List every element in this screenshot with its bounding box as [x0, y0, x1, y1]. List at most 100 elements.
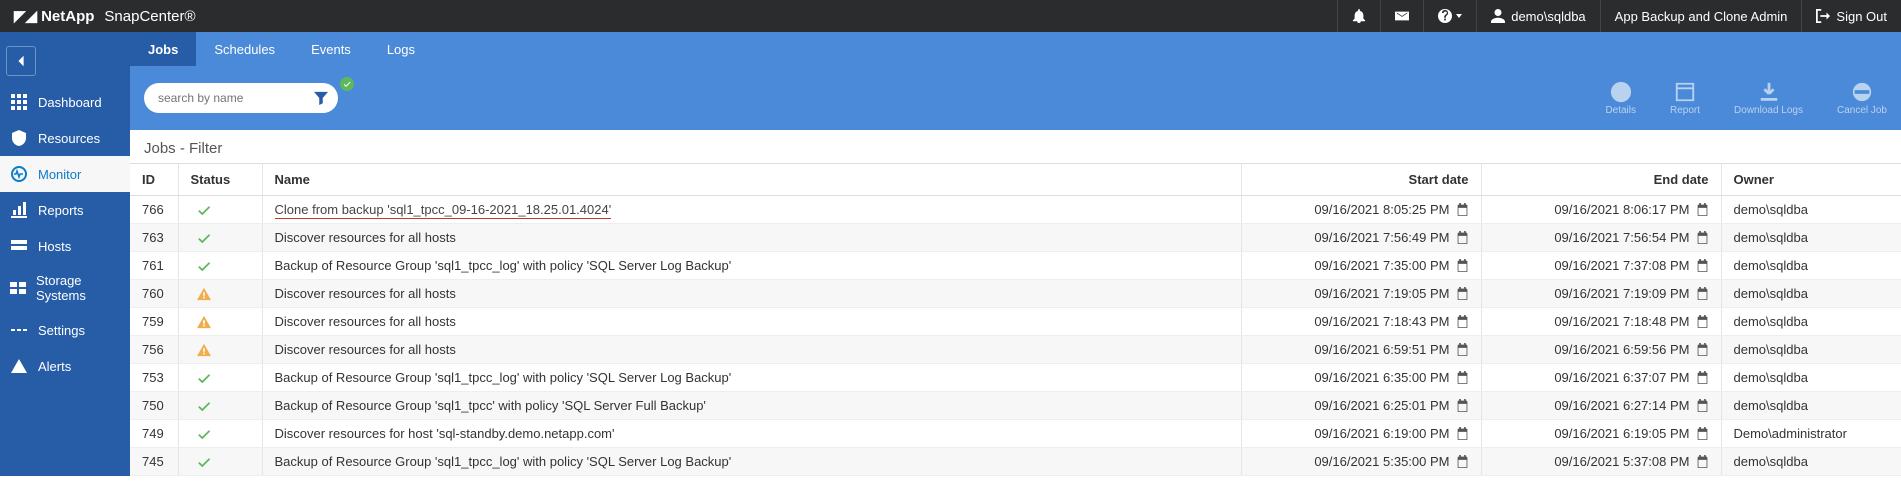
col-status[interactable]: Status: [178, 164, 262, 196]
help-icon: [1438, 9, 1452, 23]
calendar-icon: [1456, 231, 1469, 244]
sidebar-item-settings[interactable]: Settings: [0, 312, 130, 348]
sidebar-item-monitor[interactable]: Monitor: [0, 156, 130, 192]
cell-name: Discover resources for all hosts: [262, 308, 1241, 336]
table-row[interactable]: 761 Backup of Resource Group 'sql1_tpcc_…: [130, 252, 1901, 280]
table-row[interactable]: 766 Clone from backup 'sql1_tpcc_09-16-2…: [130, 196, 1901, 224]
sidebar-collapse-button[interactable]: [6, 46, 36, 76]
table-row[interactable]: 759 Discover resources for all hosts 09/…: [130, 308, 1901, 336]
cell-id: 750: [130, 392, 178, 420]
report-icon: [1674, 81, 1696, 103]
tab-jobs[interactable]: Jobs: [130, 32, 196, 66]
table-row[interactable]: 745 Backup of Resource Group 'sql1_tpcc_…: [130, 448, 1901, 476]
user-menu[interactable]: demo\sqldba: [1476, 0, 1599, 32]
toolbar-report-button[interactable]: Report: [1670, 81, 1700, 116]
user-icon: [1491, 9, 1505, 23]
warning-icon: [191, 287, 250, 301]
table-row[interactable]: 753 Backup of Resource Group 'sql1_tpcc_…: [130, 364, 1901, 392]
notifications-button[interactable]: [1337, 0, 1380, 32]
cell-start: 09/16/2021 7:35:00 PM: [1241, 252, 1481, 280]
sidebar-item-resources[interactable]: Resources: [0, 120, 130, 156]
cell-id: 763: [130, 224, 178, 252]
cell-end: 09/16/2021 6:37:07 PM: [1481, 364, 1721, 392]
filter-button[interactable]: [302, 83, 338, 113]
cell-start: 09/16/2021 6:59:51 PM: [1241, 336, 1481, 364]
toolbar-download-logs-button[interactable]: Download Logs: [1734, 81, 1803, 116]
toolbar-cancel-job-button[interactable]: Cancel Job: [1837, 81, 1887, 116]
help-button[interactable]: [1423, 0, 1476, 32]
table-row[interactable]: 763 Discover resources for all hosts 09/…: [130, 224, 1901, 252]
sidebar-item-label: Hosts: [38, 239, 71, 254]
search-input[interactable]: [144, 83, 284, 113]
cell-end: 09/16/2021 6:27:14 PM: [1481, 392, 1721, 420]
cell-end: 09/16/2021 6:59:56 PM: [1481, 336, 1721, 364]
col-owner[interactable]: Owner: [1721, 164, 1901, 196]
start-date: 09/16/2021 6:59:51 PM: [1314, 342, 1449, 357]
cell-start: 09/16/2021 8:05:25 PM: [1241, 196, 1481, 224]
cell-owner: demo\sqldba: [1721, 252, 1901, 280]
end-date: 09/16/2021 7:56:54 PM: [1554, 230, 1689, 245]
col-end[interactable]: End date: [1481, 164, 1721, 196]
brand: ◤◢ NetApp SnapCenter®: [0, 7, 210, 25]
cell-id: 766: [130, 196, 178, 224]
signout-icon: [1816, 9, 1830, 23]
check-icon: [191, 371, 250, 385]
cell-status: [178, 308, 262, 336]
cell-name: Backup of Resource Group 'sql1_tpcc_log'…: [262, 448, 1241, 476]
sidebar-item-dashboard[interactable]: Dashboard: [0, 84, 130, 120]
cell-owner: demo\sqldba: [1721, 448, 1901, 476]
calendar-icon: [1696, 399, 1709, 412]
start-date: 09/16/2021 7:56:49 PM: [1314, 230, 1449, 245]
calendar-icon: [1696, 231, 1709, 244]
role-label-wrap[interactable]: App Backup and Clone Admin: [1600, 0, 1802, 32]
cell-start: 09/16/2021 5:35:00 PM: [1241, 448, 1481, 476]
cell-status: [178, 252, 262, 280]
toolbar-details-button[interactable]: Details: [1605, 81, 1636, 116]
cell-end: 09/16/2021 7:37:08 PM: [1481, 252, 1721, 280]
shield-icon: [10, 129, 28, 147]
job-name: Backup of Resource Group 'sql1_tpcc' wit…: [275, 398, 706, 413]
signout-button[interactable]: Sign Out: [1801, 0, 1901, 32]
sidebar-item-hosts[interactable]: Hosts: [0, 228, 130, 264]
table-row[interactable]: 760 Discover resources for all hosts 09/…: [130, 280, 1901, 308]
jobs-table: ID Status Name Start date End date Owner…: [130, 163, 1901, 476]
role-label: App Backup and Clone Admin: [1615, 9, 1788, 24]
cell-end: 09/16/2021 7:19:09 PM: [1481, 280, 1721, 308]
tabs-row: JobsSchedulesEventsLogs: [130, 32, 1901, 66]
sidebar-item-reports[interactable]: Reports: [0, 192, 130, 228]
job-name: Backup of Resource Group 'sql1_tpcc_log'…: [275, 370, 732, 385]
table-row[interactable]: 750 Backup of Resource Group 'sql1_tpcc'…: [130, 392, 1901, 420]
tab-logs[interactable]: Logs: [369, 32, 433, 66]
sidebar-item-alerts[interactable]: Alerts: [0, 348, 130, 384]
chevron-left-icon: [16, 54, 26, 68]
cell-status: [178, 420, 262, 448]
cell-start: 09/16/2021 7:19:05 PM: [1241, 280, 1481, 308]
calendar-icon: [1696, 259, 1709, 272]
col-start[interactable]: Start date: [1241, 164, 1481, 196]
col-name[interactable]: Name: [262, 164, 1241, 196]
mail-button[interactable]: [1380, 0, 1423, 32]
brand-logo-icon: ◤◢: [14, 7, 37, 25]
bell-icon: [1352, 9, 1366, 23]
job-name: Backup of Resource Group 'sql1_tpcc_log'…: [275, 454, 732, 469]
alert-icon: [10, 357, 28, 375]
cell-name: Backup of Resource Group 'sql1_tpcc' wit…: [262, 392, 1241, 420]
filter-title: Jobs - Filter: [130, 130, 1901, 163]
table-row[interactable]: 749 Discover resources for host 'sql-sta…: [130, 420, 1901, 448]
cell-owner: demo\sqldba: [1721, 336, 1901, 364]
cell-status: [178, 196, 262, 224]
cancel-job-icon: [1851, 81, 1873, 103]
end-date: 09/16/2021 6:27:14 PM: [1554, 398, 1689, 413]
job-name-link[interactable]: Clone from backup 'sql1_tpcc_09-16-2021_…: [275, 202, 612, 219]
table-row[interactable]: 756 Discover resources for all hosts 09/…: [130, 336, 1901, 364]
search-wrap: [144, 83, 324, 113]
cell-end: 09/16/2021 6:19:05 PM: [1481, 420, 1721, 448]
sidebar-item-storage-systems[interactable]: Storage Systems: [0, 264, 130, 312]
col-id[interactable]: ID: [130, 164, 178, 196]
job-name: Discover resources for all hosts: [275, 314, 456, 329]
tab-events[interactable]: Events: [293, 32, 369, 66]
tab-schedules[interactable]: Schedules: [196, 32, 293, 66]
calendar-icon: [1696, 315, 1709, 328]
calendar-icon: [1696, 455, 1709, 468]
cell-id: 759: [130, 308, 178, 336]
